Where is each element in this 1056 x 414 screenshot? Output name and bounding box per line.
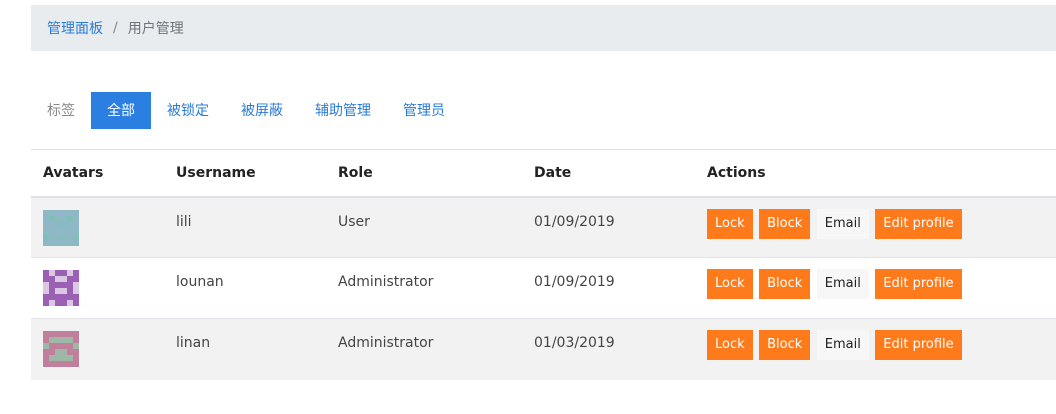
- breadcrumb-home-link[interactable]: 管理面板: [47, 18, 103, 38]
- cell-role: User: [326, 196, 522, 258]
- edit-profile-button[interactable]: Edit profile: [875, 330, 962, 360]
- header-date: Date: [522, 149, 695, 198]
- avatar-cell: [31, 318, 164, 380]
- table-row: lili User 01/09/2019 Lock Block Email Ed…: [31, 196, 1056, 258]
- cell-username: lounan: [164, 257, 326, 319]
- block-button[interactable]: Block: [759, 269, 811, 299]
- cell-actions: Lock Block Email Edit profile: [695, 318, 1056, 380]
- email-button[interactable]: Email: [816, 269, 869, 299]
- users-table: Avatars Username Role Date Actions lili …: [31, 149, 1056, 380]
- tab-locked[interactable]: 被锁定: [151, 92, 225, 129]
- cell-role: Administrator: [326, 257, 522, 319]
- avatar: [43, 209, 79, 246]
- lock-button[interactable]: Lock: [707, 330, 753, 360]
- table-header-row: Avatars Username Role Date Actions: [31, 149, 1056, 198]
- header-avatars: Avatars: [31, 149, 164, 198]
- cell-actions: Lock Block Email Edit profile: [695, 196, 1056, 258]
- lock-button[interactable]: Lock: [707, 208, 753, 239]
- cell-date: 01/09/2019: [522, 196, 695, 258]
- breadcrumb: 管理面板 / 用户管理: [31, 5, 1056, 51]
- block-button[interactable]: Block: [759, 330, 811, 360]
- avatar-cell: [31, 196, 164, 258]
- table-row: linan Administrator 01/03/2019 Lock Bloc…: [31, 318, 1056, 380]
- header-username: Username: [164, 149, 326, 198]
- tab-all[interactable]: 全部: [91, 91, 151, 129]
- cell-actions: Lock Block Email Edit profile: [695, 257, 1056, 319]
- avatar: [43, 270, 79, 306]
- header-role: Role: [326, 149, 522, 198]
- cell-role: Administrator: [326, 318, 522, 380]
- tab-moderators[interactable]: 辅助管理: [299, 92, 387, 129]
- lock-button[interactable]: Lock: [707, 269, 753, 299]
- cell-username: lili: [164, 196, 326, 258]
- email-button[interactable]: Email: [816, 330, 869, 360]
- tab-admins[interactable]: 管理员: [387, 92, 461, 129]
- avatar: [43, 331, 79, 367]
- edit-profile-button[interactable]: Edit profile: [875, 208, 962, 239]
- breadcrumb-current: 用户管理: [127, 21, 184, 37]
- cell-date: 01/09/2019: [522, 257, 695, 319]
- tab-blocked[interactable]: 被屏蔽: [225, 92, 299, 129]
- edit-profile-button[interactable]: Edit profile: [875, 269, 962, 299]
- avatar-cell: [31, 257, 164, 319]
- cell-date: 01/03/2019: [522, 318, 695, 380]
- email-button[interactable]: Email: [816, 208, 869, 239]
- table-row: lounan Administrator 01/09/2019 Lock Blo…: [31, 257, 1056, 319]
- block-button[interactable]: Block: [759, 208, 811, 239]
- cell-username: linan: [164, 318, 326, 380]
- header-actions: Actions: [695, 149, 1056, 198]
- filter-tabs: 标签 全部 被锁定 被屏蔽 辅助管理 管理员: [31, 91, 461, 129]
- filter-label: 标签: [47, 103, 75, 119]
- breadcrumb-separator: /: [113, 20, 118, 36]
